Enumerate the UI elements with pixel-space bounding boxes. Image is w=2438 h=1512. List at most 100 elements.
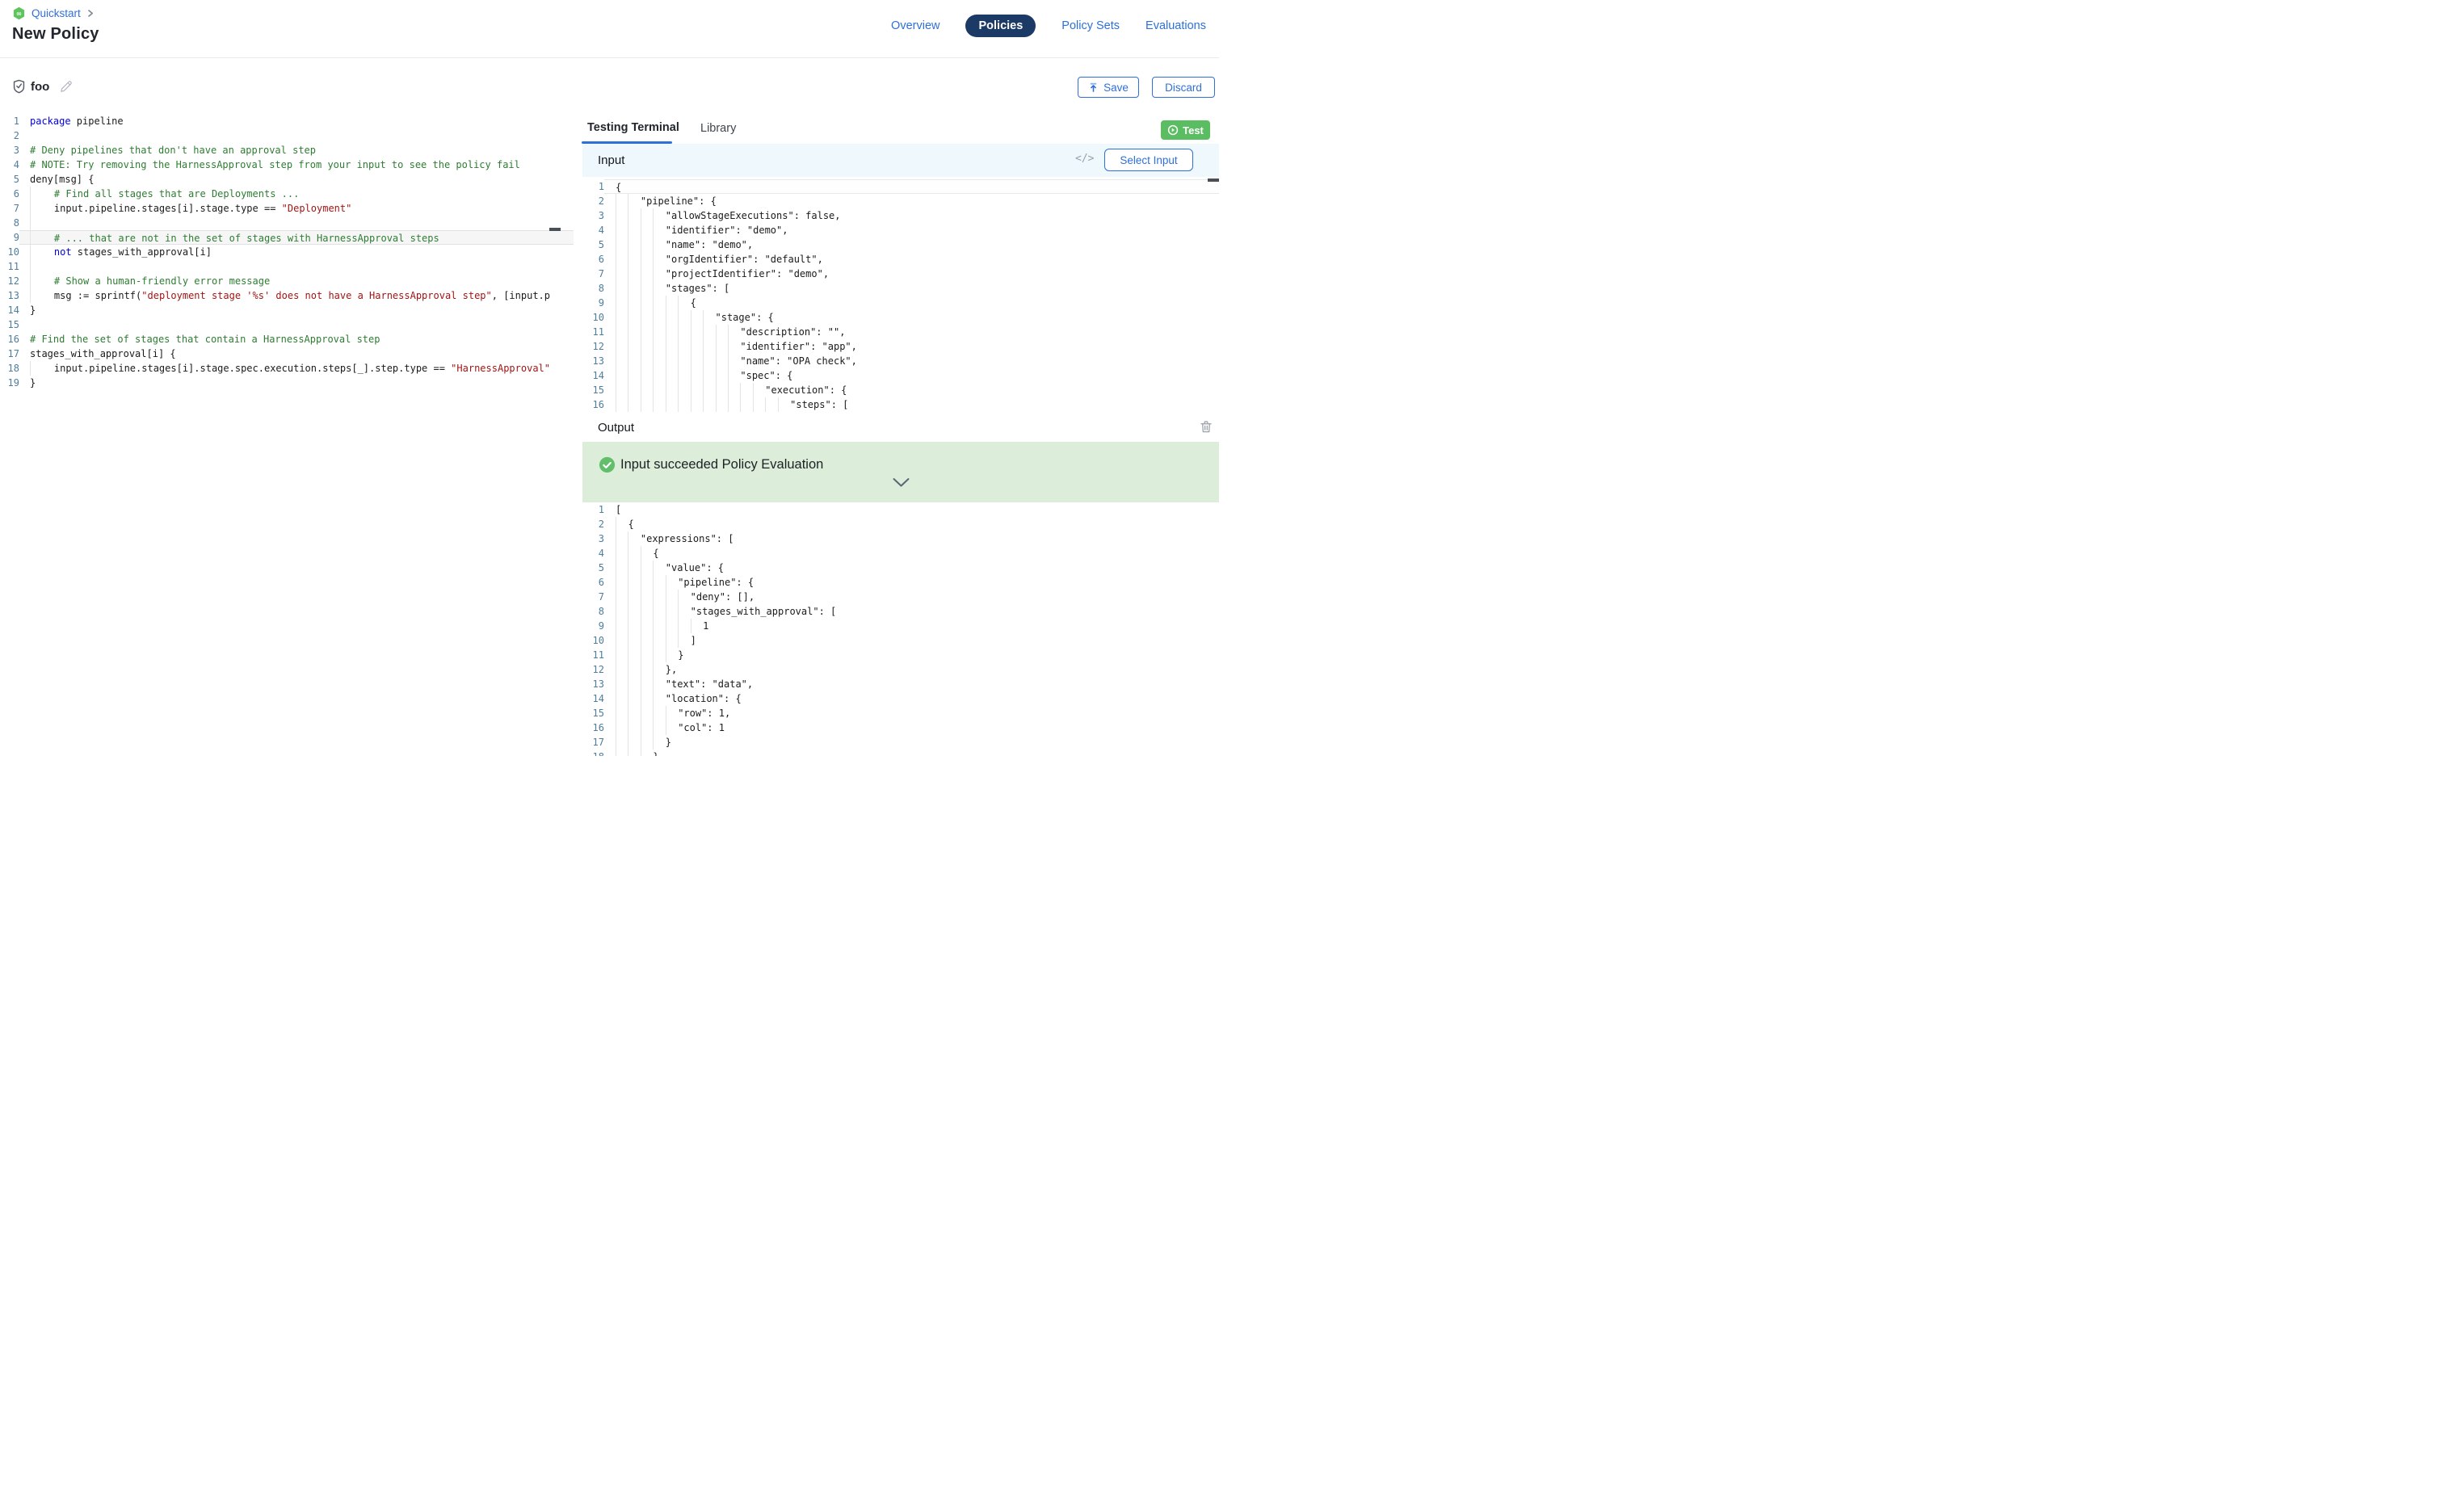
code-line-content: } [604,648,1219,662]
header-divider [0,57,1219,58]
evaluation-success-banner: Input succeeded Policy Evaluation [582,442,1219,502]
code-line: 4{ [582,546,1219,561]
indent-guide [678,604,690,619]
input-json-editor[interactable]: 1{2"pipeline": {3"allowStageExecutions":… [582,177,1219,415]
code-line-content: deny[msg] { [19,172,574,187]
indent-guide [616,517,628,531]
code-line-content: "text": "data", [604,677,1219,691]
check-circle-icon [598,456,616,478]
chevron-down-icon[interactable] [892,477,910,492]
line-number: 18 [0,361,19,376]
line-number: 15 [582,383,604,397]
indent-guide [703,383,715,397]
line-number: 10 [582,310,604,325]
nav-tab-overview[interactable]: Overview [891,19,939,32]
input-panel-header: Input </> Select Input [582,144,1219,177]
indent-guide [616,208,628,223]
policy-editor-page: ∞ Quickstart New Policy Overview Policie… [0,0,1219,756]
indent-guide [641,397,653,412]
indent-guide [716,354,728,368]
indent-guide [628,546,640,561]
indent-guide [740,383,752,397]
line-number: 11 [582,648,604,662]
indent-guide [616,296,628,310]
indent-guide [728,397,740,412]
indent-guide [765,397,777,412]
tab-testing-terminal[interactable]: Testing Terminal [587,121,679,134]
indent-guide [703,397,715,412]
line-number: 5 [582,561,604,575]
indent-guide [641,648,653,662]
output-json-editor[interactable]: 1[2{3"expressions": [4{5"value": {6"pipe… [582,502,1219,756]
indent-guide [653,677,665,691]
code-line-content: "identifier": "demo", [604,223,1219,237]
code-line-content: # Show a human-friendly error message [19,274,574,288]
indent-guide [666,706,678,720]
indent-guide [628,619,640,633]
indent-guide [641,677,653,691]
code-line: 14} [0,303,574,317]
line-number: 11 [0,259,19,274]
indent-guide [628,237,640,252]
code-line-content: not stages_with_approval[i] [19,245,574,259]
code-line: 5deny[msg] { [0,172,574,187]
code-line: 17} [582,735,1219,750]
indent-guide [691,354,703,368]
indent-guide [653,339,665,354]
indent-guide [653,633,665,648]
code-line: 6"orgIdentifier": "default", [582,252,1219,267]
save-button[interactable]: Save [1078,77,1139,98]
line-number: 16 [0,332,19,346]
code-line-content: "pipeline": { [604,194,1219,208]
test-button[interactable]: Test [1161,120,1210,140]
line-number: 17 [582,735,604,750]
indent-guide [678,310,690,325]
line-number: 11 [582,325,604,339]
nav-tab-policies[interactable]: Policies [965,15,1036,37]
code-line-content: "col": 1 [604,720,1219,735]
edit-pencil-icon[interactable] [59,79,74,98]
indent-guide [666,325,678,339]
indent-guide [641,561,653,575]
breadcrumb-project-link[interactable]: Quickstart [32,7,81,19]
code-line: 7input.pipeline.stages[i].stage.type == … [0,201,574,216]
indent-guide [666,354,678,368]
indent-guide [616,194,628,208]
indent-guide [653,720,665,735]
code-line: 3"expressions": [ [582,531,1219,546]
shield-check-icon [11,78,27,99]
indent-guide [616,561,628,575]
indent-guide [628,691,640,706]
input-scroll-mark [1208,178,1219,182]
select-input-button[interactable]: Select Input [1104,149,1193,171]
indent-guide [616,590,628,604]
code-line: 16# Find the set of stages that contain … [0,332,574,346]
indent-guide [653,561,665,575]
indent-guide [691,619,703,633]
code-line-content: msg := sprintf("deployment stage '%s' do… [19,288,574,303]
tab-library[interactable]: Library [700,122,736,135]
code-line: 14"location": { [582,691,1219,706]
line-number: 10 [0,245,19,259]
indent-guide [628,354,640,368]
policy-code-editor[interactable]: 1package pipeline23# Deny pipelines that… [0,114,574,393]
code-line: 10] [582,633,1219,648]
discard-button[interactable]: Discard [1152,77,1215,98]
indent-guide [641,720,653,735]
indent-guide [628,252,640,267]
indent-guide [728,383,740,397]
line-number: 15 [0,317,19,332]
line-number: 14 [582,691,604,706]
code-line-content: # Find the set of stages that contain a … [19,332,574,346]
indent-guide [740,397,752,412]
indent-guide [616,531,628,546]
trash-icon[interactable] [1199,419,1213,439]
indent-guide [641,325,653,339]
indent-guide [728,339,740,354]
nav-tab-policy-sets[interactable]: Policy Sets [1061,19,1120,32]
code-line-content: # NOTE: Try removing the HarnessApproval… [19,158,574,172]
line-number: 7 [582,267,604,281]
chevron-right-icon [86,9,95,18]
code-toggle-icon[interactable]: </> [1075,153,1094,165]
nav-tab-evaluations[interactable]: Evaluations [1145,19,1206,32]
